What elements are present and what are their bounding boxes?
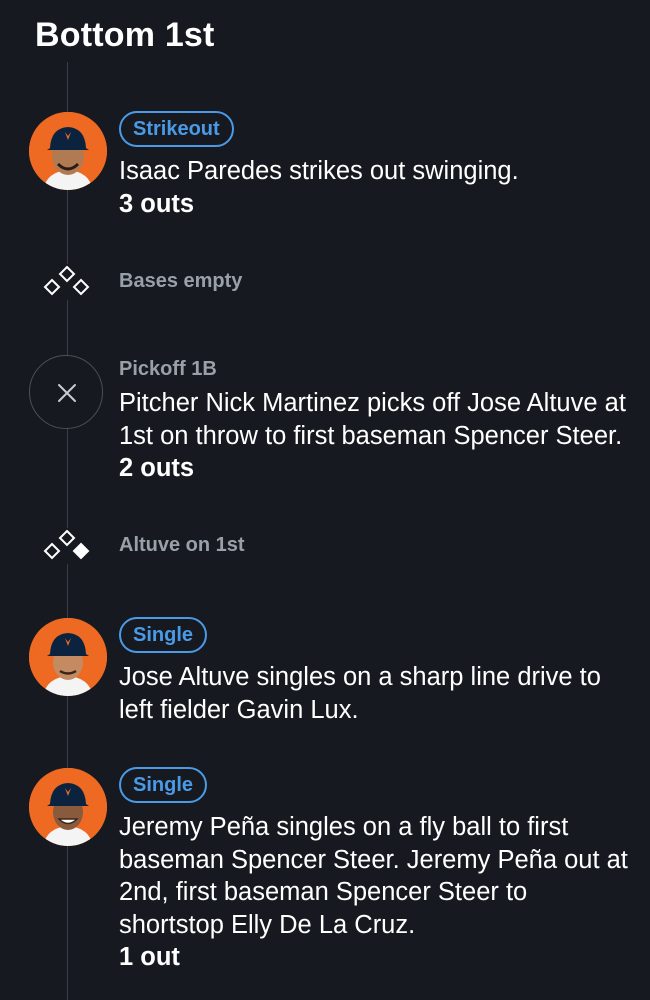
play-description: Jose Altuve singles on a sharp line driv… <box>119 663 601 724</box>
player-avatar[interactable] <box>29 112 107 190</box>
play-description: Jeremy Peña singles on a fly ball to fir… <box>119 813 628 939</box>
play-description: Pitcher Nick Martinez picks off Jose Alt… <box>119 389 626 450</box>
play-description: Isaac Paredes strikes out swinging. <box>119 157 519 185</box>
play-type-badge: Strikeout <box>119 111 234 147</box>
bases-state-label: Altuve on 1st <box>119 534 245 556</box>
runner-on-first-icon <box>41 528 93 564</box>
play-type-badge: Single <box>119 617 208 653</box>
player-avatar[interactable] <box>29 618 107 696</box>
inning-title: Bottom 1st <box>35 16 215 54</box>
bases-empty-icon <box>41 264 93 300</box>
outs-count: 2 outs <box>119 454 195 482</box>
outs-count: 3 outs <box>119 189 195 218</box>
player-avatar[interactable] <box>29 768 107 846</box>
close-icon <box>29 355 103 429</box>
play-type-label: Pickoff 1B <box>119 358 217 380</box>
bases-state-label: Bases empty <box>119 270 243 292</box>
play-type-badge: Single <box>119 767 208 803</box>
outs-count: 1 out <box>119 943 180 971</box>
